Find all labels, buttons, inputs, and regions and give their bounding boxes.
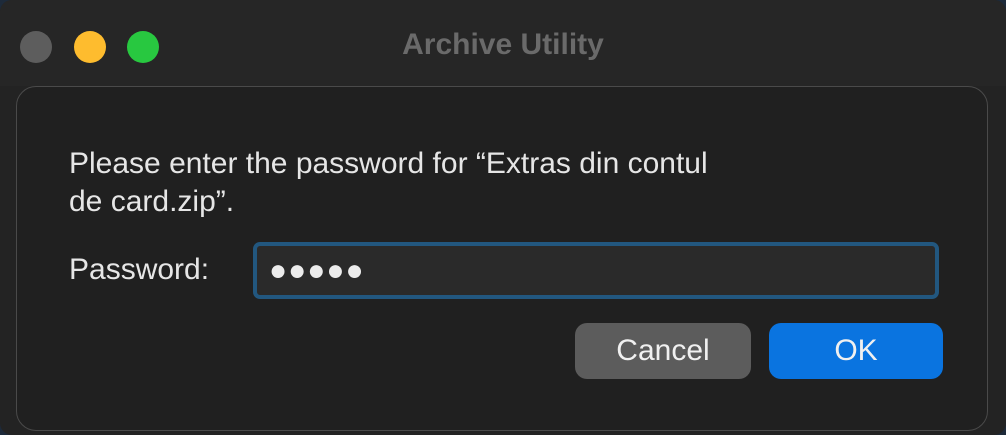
password-input[interactable]: ●●●●● [253, 242, 939, 299]
password-masked-value: ●●●●● [269, 254, 365, 287]
dialog-message-line1: Please enter the password for “Extras di… [69, 147, 708, 180]
ok-button[interactable]: OK [769, 323, 943, 379]
dialog-message: Please enter the password for “Extras di… [69, 145, 929, 221]
password-label: Password: [69, 253, 210, 286]
window-title: Archive Utility [402, 28, 604, 61]
archive-utility-window: Archive Utility Please enter the passwor… [0, 0, 1006, 435]
title-bar[interactable]: Archive Utility [0, 0, 1006, 86]
cancel-button[interactable]: Cancel [575, 323, 751, 379]
password-dialog: Please enter the password for “Extras di… [16, 86, 988, 431]
dialog-message-line2: de card.zip”. [69, 185, 235, 218]
